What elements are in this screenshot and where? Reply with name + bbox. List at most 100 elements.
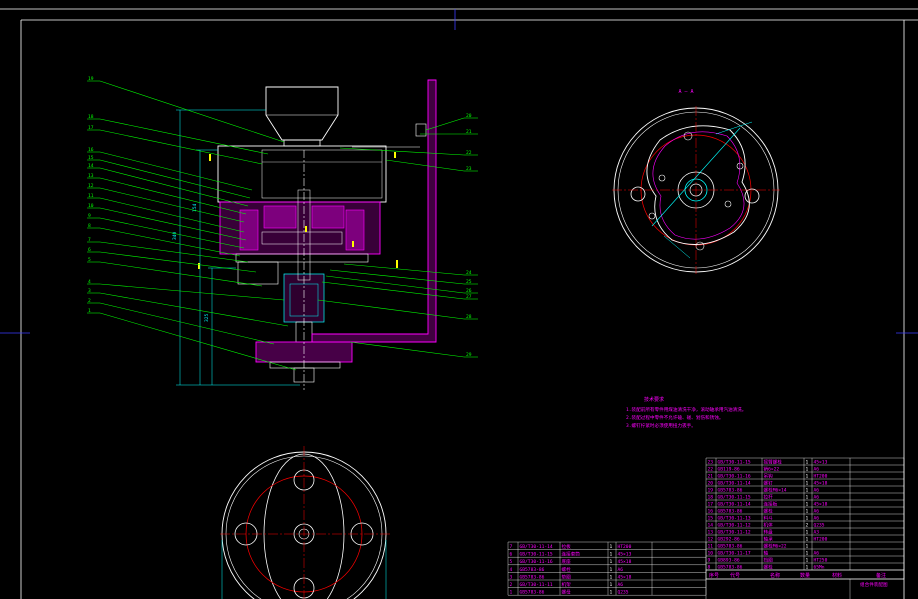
bom-cell: GB/T30-11-12 [718,522,751,528]
tech-note-line: 3.螺钉拧紧时必须使用扭力扳手。 [626,422,696,429]
main-section-view: 340 325 154 1918171615141312111098765432… [87,76,478,390]
bom-cell: 2 [510,582,513,588]
bom-cell: 5 [510,559,513,565]
hopper [265,86,339,141]
bom-cell: GB5783-86 [718,564,743,570]
bom-cell: GB5783-86 [718,543,743,549]
bom-cell: GB/T30-11-15 [718,494,751,500]
callout-label: 24 [466,270,472,276]
bom-cell: Q235 [618,590,629,596]
bom-cell: 19 [708,487,714,493]
bom-cell: GB/T30-11-12 [718,529,751,535]
bom-cell: 6 [510,552,513,558]
bom-cell: 螺栓M6×14 [764,486,787,493]
callout-label: 2 [88,298,91,304]
dimension-325: 325 [204,313,210,322]
bom-cell: 1 [806,529,809,535]
bom-cell: 1 [610,590,613,596]
cam-plate [646,125,750,245]
bom-cell: 1 [610,559,613,565]
bom-cell: GB5783-86 [718,487,743,493]
bom-cell: 底座 [562,558,572,565]
bom-cell: 拉板 [562,543,572,550]
bom-cell: 轴 [764,549,769,556]
callout-label: 26 [466,288,472,294]
callout-label: 9 [88,213,91,219]
bom-cell: GB/T30-11-15 [520,552,553,558]
bom-cell: 45×18 [618,559,632,565]
callout-label: 7 [88,237,91,243]
callout-label: 18 [88,114,94,120]
callout-label: 10 [88,203,94,209]
bom-cell: 螺栓M6×22 [764,542,787,549]
bom-cell: GB5783-86 [520,574,545,580]
bom-cell: A6 [814,508,820,514]
callout-label: 1 [88,308,91,314]
bom-cell: 9 [708,557,711,563]
bom-cell: A6 [814,550,820,556]
bom-cell: 机体 [764,521,774,528]
callout-label: 12 [88,183,94,189]
bom-cell: GB/T30-11-11 [520,582,553,588]
bom-cell: 1 [806,557,809,563]
bom-cell: GB/T30-11-14 [520,544,553,550]
bom-header-cell: 数量 [800,572,810,579]
bom-cell: 18 [708,494,714,500]
callout-label: 17 [88,125,94,131]
bom-cell: 1 [610,582,613,588]
bom-cell: 螺栓 [562,566,572,573]
callouts-left: 19 18 17 16 15 14 13 12 11 10 9 8 7 6 5 4 3 2 1 [88,76,94,314]
bom-cell: 1 [806,564,809,570]
bom-header-cell: 序号 [709,572,719,579]
bom-cell: 45×18 [814,501,828,507]
callout-label: 20 [466,113,472,119]
bom-cell: 销6×22 [764,465,780,472]
bom-cell: 1 [806,473,809,479]
callout-label: 21 [466,129,472,135]
bom-table-right: 23 GB/T30-11-15 摇臂螺栓 1 45×13 22 GB119-86 销6×22 1… [705,457,905,599]
callout-label: 16 [88,147,94,153]
bom-cell: 转盘 [764,528,774,535]
bom-cell: 1 [806,536,809,542]
bom-cell: 连接套筒 [562,551,581,558]
bom-cell: 8 [708,564,711,570]
bom-cell: 45×18 [814,480,828,486]
bom-cell: 拉杆 [764,493,774,500]
callout-label: 19 [88,76,94,82]
bom-cell: 1 [510,590,513,596]
bom-cell: 挡圈 [764,556,774,563]
bom-cell: GB292-86 [718,536,740,542]
bom-cell: GB/T30-11-14 [718,501,751,507]
bom-cell: 料斗 [764,514,774,521]
bom-cell: 螺钉 [764,479,774,486]
bom-cell: HT200 [814,536,828,542]
section-a-a-label: A — A [678,89,693,95]
bom-cell: 螺母 [562,589,572,596]
callout-label: 4 [88,279,91,285]
bom-header-cell: 代号 [730,572,740,579]
plan-view [220,446,390,599]
tech-note-line: 1.装配前所有零件用煤油清洗干净，滚动轴承用汽油清洗。 [626,406,746,413]
bom-cell: 1 [610,552,613,558]
frame-center-marks [0,9,918,334]
callout-label: 11 [88,193,94,199]
callout-label: 8 [88,223,91,229]
bom-cell: GB/T30-11-17 [718,550,751,556]
bom-cell: A6 [814,466,820,472]
bom-cell: HT200 [814,473,828,479]
bom-cell: 45×13 [618,552,632,558]
callout-label: 15 [88,155,94,161]
callout-label: 13 [88,173,94,179]
bom-cell: 7 [510,544,513,550]
bom-cell: A6 [814,494,820,500]
bom-cell: 1 [806,494,809,500]
callout-label: 3 [88,288,91,294]
tech-note-line: 2.装配过程中零件不允许磕、碰、划伤和锈蚀。 [626,414,723,421]
cad-drawing: 340 325 154 1918171615141312111098765432… [0,8,918,599]
technical-notes: 技术要求 1.装配前所有零件用煤油清洗干净，滚动轴承用汽油清洗。 2.装配过程中… [626,396,746,429]
bom-cell: 摇臂螺栓 [764,458,783,465]
bom-cell: 2 [806,522,809,528]
bom-cell: 21 [708,473,714,479]
bom-cell: 17 [708,501,714,507]
bom-cell: GB5783-86 [520,567,545,573]
